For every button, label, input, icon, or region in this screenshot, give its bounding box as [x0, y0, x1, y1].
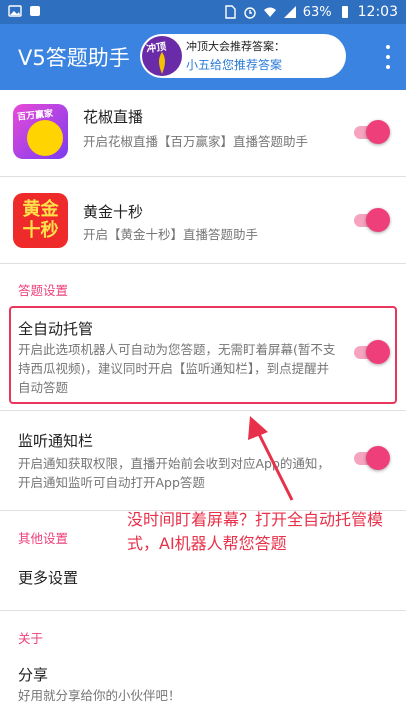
annotation-callout: 没时间盯着屏幕？打开全自动托管模式，AI机器人帮您答题: [127, 510, 384, 553]
annotation-arrow-icon: [248, 416, 294, 501]
